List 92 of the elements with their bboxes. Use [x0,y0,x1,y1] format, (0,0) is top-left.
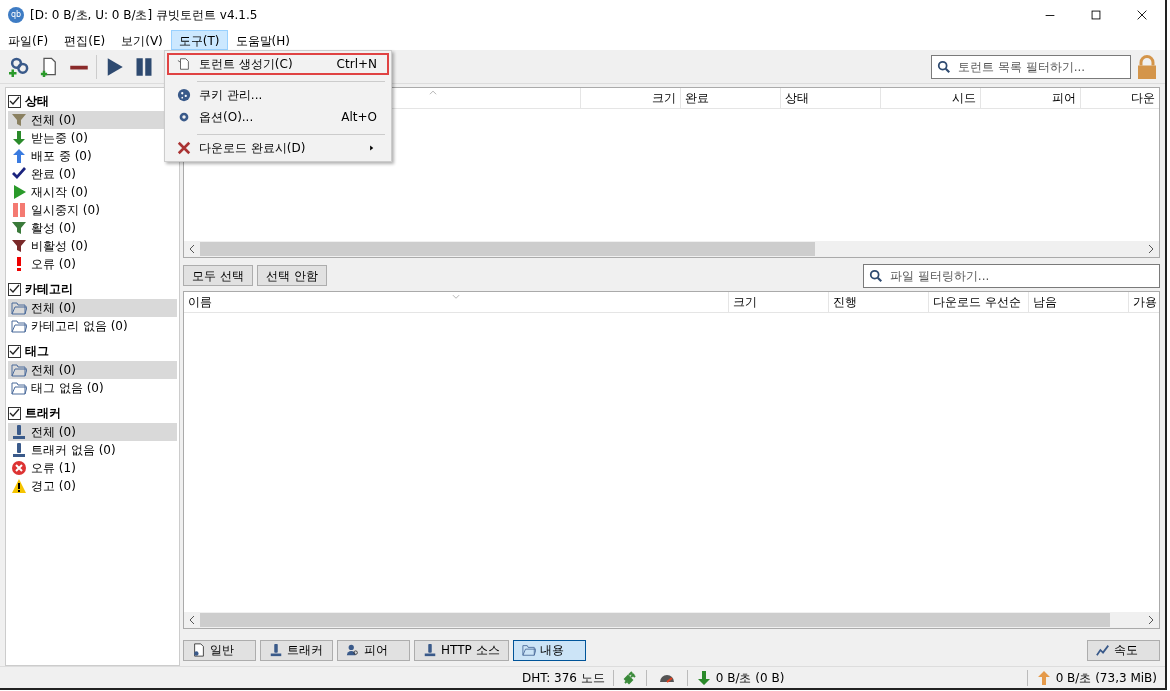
column-header[interactable]: 시드 [881,88,981,108]
section-title: 트래커 [25,405,61,422]
tab[interactable]: 일반 [183,639,256,661]
search-field[interactable]: 토런트 목록 필터하기... [931,54,1131,79]
download-speed: 0 B/초 (0 B) [715,669,785,687]
sidebar-item[interactable]: 재시작 (0) [8,183,177,201]
user-search-icon [346,643,360,657]
menu-item[interactable]: 토런트 생성기(C) Ctrl+N [167,53,389,75]
sidebar-item[interactable]: 오류 (0) [8,255,177,273]
dht-status: DHT: 376 노드 [521,669,605,687]
tab[interactable]: 내용 [512,639,586,661]
document-icon [177,57,191,71]
chart-icon [1096,643,1110,657]
column-header[interactable]: 진행 [829,292,929,312]
column-header[interactable]: 완료 [681,88,781,108]
speed-button[interactable]: 속도 [1087,639,1160,661]
sidebar-item[interactable]: 완료 (0) [8,165,177,183]
tracker-icon [269,643,283,657]
add-link-icon[interactable] [9,56,29,77]
column-header[interactable]: 남음 [1029,292,1129,312]
folder-icon [521,643,536,657]
tab[interactable]: 피어 [337,639,410,661]
sort-caret-icon [428,88,438,98]
column-header[interactable]: 크기 [581,88,681,108]
menu-item[interactable]: 파일(F) [0,30,57,50]
window-title: [D: 0 B/초, U: 0 B/초] 큐빗토런트 v4.1.5 [30,7,258,24]
folder-icon [11,300,27,316]
menu-item[interactable]: 도구(T) [170,30,228,50]
tracker-icon [423,643,437,657]
column-header[interactable]: 피어 [981,88,1081,108]
section-title: 상태 [25,93,49,110]
menu-item[interactable]: 보기(V) [113,30,171,50]
sidebar-item[interactable]: 오류 (1) [8,459,177,477]
play-icon [11,184,27,200]
menu-item[interactable]: 도움말(H) [227,30,298,50]
pause-icon[interactable] [134,56,154,77]
tab[interactable]: 트래커 [260,639,333,661]
section-title: 태그 [25,343,49,360]
up-arrow-icon [11,148,27,164]
cookie-icon [177,88,191,102]
checkbox[interactable] [8,282,21,296]
column-header[interactable]: 다운 [1081,88,1159,108]
column-header[interactable]: 다운로드 우선순 [929,292,1029,312]
column-header[interactable]: 가용 [1129,292,1159,312]
filter-icon [11,220,27,236]
sidebar-item[interactable]: 비활성 (0) [8,237,177,255]
add-file-icon[interactable] [39,56,59,77]
sidebar-item[interactable]: 전체 (0) [8,361,177,379]
pause-icon [11,202,27,218]
settings-icon [177,110,191,124]
plug-icon [621,669,638,686]
sidebar-item[interactable]: 일시중지 (0) [8,201,177,219]
search-icon [869,268,883,283]
sidebar-item[interactable]: 트래커 없음 (0) [8,441,177,459]
select-button[interactable]: 모두 선택 [183,265,253,286]
checkbox[interactable] [8,406,21,420]
close-icon [177,141,191,155]
app-logo: qb [8,7,24,23]
down-arrow-icon [11,130,27,146]
sidebar-item[interactable]: 카테고리 없음 (0) [8,317,177,335]
sidebar-item[interactable]: 전체 (0) [8,299,177,317]
error-icon [11,460,27,476]
document-gear-icon [192,643,206,657]
scrollbar[interactable] [184,241,1159,257]
column-header[interactable]: 이름 [184,292,729,312]
sort-caret-icon [451,292,461,302]
sidebar-item[interactable]: 전체 (0) [8,423,177,441]
warning-icon [11,478,27,494]
folder-icon [11,362,27,378]
search-icon [937,59,951,74]
maximize-button[interactable] [1089,8,1103,22]
tracker-icon [11,424,27,440]
folder-icon [11,380,27,396]
filter-icon [11,112,27,128]
sidebar-item[interactable]: 태그 없음 (0) [8,379,177,397]
filter-icon [11,238,27,254]
tracker-icon [11,442,27,458]
filter-field[interactable]: 파일 필터링하기... [863,263,1160,288]
sidebar-item[interactable]: 활성 (0) [8,219,177,237]
close-button[interactable] [1135,8,1149,22]
sidebar-item[interactable]: 경고 (0) [8,477,177,495]
select-button[interactable]: 선택 안함 [256,265,327,286]
section-title: 카테고리 [25,281,73,298]
scrollbar[interactable] [184,612,1159,628]
checkbox[interactable] [8,344,21,358]
menu-item[interactable]: 편집(E) [56,30,114,50]
column-header[interactable]: 상태 [781,88,881,108]
folder-icon [11,318,27,334]
upload-speed: 0 B/초 (73,3 MiB) [1055,669,1157,687]
checkbox[interactable] [8,94,21,108]
column-header[interactable]: 크기 [729,292,829,312]
tab[interactable]: HTTP 소스 [414,639,509,661]
